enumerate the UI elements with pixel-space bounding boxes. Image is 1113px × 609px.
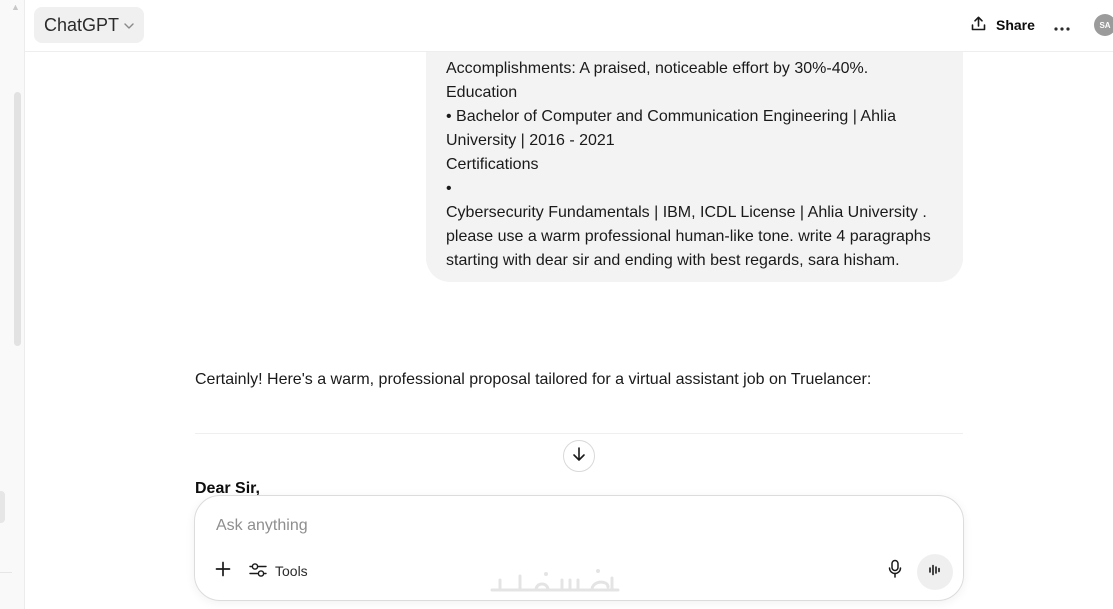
user-message-line: please use a warm professional human-lik… [446, 228, 931, 245]
user-message-line: Education [446, 84, 518, 101]
message-divider [195, 433, 963, 434]
top-header: ChatGPT Share SA [25, 0, 1113, 52]
chevron-down-icon [124, 20, 134, 32]
more-horizontal-icon [1054, 15, 1070, 36]
share-label: Share [996, 17, 1035, 33]
more-options-button[interactable] [1051, 10, 1073, 40]
add-attachment-button[interactable] [211, 559, 235, 583]
user-message-line: Cybersecurity Fundamentals | IBM, ICDL L… [446, 204, 927, 221]
user-message-line: • Bachelor of Computer and Communication… [446, 108, 897, 125]
scroll-up-arrow-icon[interactable]: ▲ [11, 2, 20, 12]
tools-button[interactable]: Tools [249, 559, 308, 583]
model-selector-label: ChatGPT [44, 14, 120, 35]
voice-waveform-icon [927, 562, 943, 583]
share-icon [970, 15, 987, 35]
message-composer: Tools [194, 495, 964, 601]
model-selector-button[interactable]: ChatGPT [34, 7, 145, 43]
user-message-line: starting with dear sir and ending with b… [446, 252, 900, 269]
scroll-to-bottom-button[interactable] [563, 440, 595, 472]
sidebar-strip: ▲ [0, 0, 25, 609]
tools-label: Tools [275, 563, 308, 579]
arrow-down-icon [571, 446, 587, 467]
sliders-icon [249, 562, 267, 581]
user-message-bubble: Accomplishments: A praised, noticeable e… [426, 30, 963, 282]
sidebar-edge-tab[interactable] [0, 491, 5, 523]
avatar[interactable]: SA [1094, 14, 1113, 36]
assistant-intro-text: Certainly! Here's a warm, professional p… [195, 371, 872, 388]
dictate-button[interactable] [883, 559, 907, 583]
sidebar-divider [0, 572, 12, 573]
microphone-icon [887, 559, 903, 584]
share-button[interactable]: Share [970, 12, 1035, 38]
user-message-line: Accomplishments: A praised, noticeable e… [446, 60, 869, 77]
prompt-input[interactable] [216, 514, 936, 538]
user-message-line: • [446, 180, 452, 197]
sidebar-scrollbar-thumb[interactable] [14, 92, 21, 346]
user-message-line: Certifications [446, 156, 539, 173]
avatar-initials: SA [1099, 20, 1111, 30]
voice-mode-button[interactable] [917, 554, 953, 590]
user-message-line: University | 2016 - 2021 [446, 132, 615, 149]
plus-icon [215, 561, 231, 582]
